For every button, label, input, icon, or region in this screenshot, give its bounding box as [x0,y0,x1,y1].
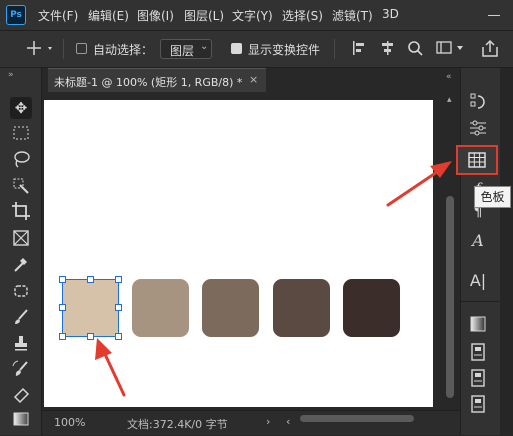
swatches-panel-button[interactable] [456,145,498,175]
transform-handle[interactable] [59,304,66,311]
eraser-tool-icon[interactable] [10,383,32,405]
chevron-right-icon[interactable]: › [266,415,270,428]
swatch-rectangle[interactable] [273,279,330,337]
crop-tool-icon[interactable] [10,200,32,222]
panel-edge [500,68,513,435]
libraries-icon[interactable] [467,341,489,363]
transform-handle[interactable] [59,276,66,283]
search-icon[interactable] [408,41,423,56]
gradients-icon[interactable] [467,313,489,335]
transform-handle[interactable] [59,333,66,340]
document-canvas[interactable] [44,100,433,407]
stamp-tool-icon[interactable] [10,332,32,354]
workspace-icon[interactable] [436,41,452,54]
swatches-icon [468,152,486,168]
brush-tool-icon[interactable] [10,306,32,328]
zoom-level[interactable]: 100% [54,416,85,429]
transform-handle[interactable] [87,276,94,283]
share-icon[interactable] [482,39,498,57]
layers-icon[interactable] [467,367,489,389]
status-bar [42,410,460,435]
quick-select-tool-icon[interactable] [10,175,32,197]
transform-handle[interactable] [115,304,122,311]
document-info[interactable]: 文档:372.4K/0 字节 [127,416,228,432]
character-icon[interactable]: A| [467,270,489,292]
gradient-tool-icon[interactable] [10,408,32,430]
align-center-icon[interactable] [382,41,393,55]
healing-brush-tool-icon[interactable] [10,280,32,302]
character-style-icon[interactable]: A [467,230,489,252]
transform-bounding-box[interactable] [62,279,119,337]
frame-tool-icon[interactable] [10,227,32,249]
vertical-scroll-thumb[interactable] [446,196,454,398]
horizontal-scroll-thumb[interactable] [300,415,414,422]
document-tab-title: 未标题-1 @ 100% (矩形 1, RGB/8) * [54,76,243,89]
align-left-icon[interactable] [353,41,364,55]
swatch-rectangle[interactable] [343,279,400,337]
eyedropper-tool-icon[interactable] [10,253,32,275]
swatch-rectangle[interactable] [132,279,189,337]
swatch-rectangle[interactable] [202,279,259,337]
marquee-tool-icon[interactable] [10,122,32,144]
scroll-left-icon[interactable]: ‹ [286,415,290,428]
adjustments-icon[interactable] [467,117,489,139]
panel-divider [461,301,499,302]
workspace-chevron-icon[interactable] [457,46,463,50]
transform-handle[interactable] [115,276,122,283]
collapse-icon[interactable]: » [8,70,14,80]
panel-expand-icon[interactable]: « [446,72,452,82]
tab-close-icon[interactable]: × [249,73,258,86]
scroll-up-icon[interactable]: ▴ [447,95,452,105]
channels-icon[interactable] [467,393,489,415]
transform-handle[interactable] [87,333,94,340]
move-tool-icon[interactable]: ✥ [10,97,32,119]
transform-handle[interactable] [115,333,122,340]
lasso-tool-icon[interactable] [10,148,32,170]
history-brush-tool-icon[interactable] [10,358,32,380]
document-tab[interactable]: 未标题-1 @ 100% (矩形 1, RGB/8) * × [48,68,266,92]
history-icon[interactable] [467,90,489,112]
swatches-tooltip: 色板 [474,186,511,208]
